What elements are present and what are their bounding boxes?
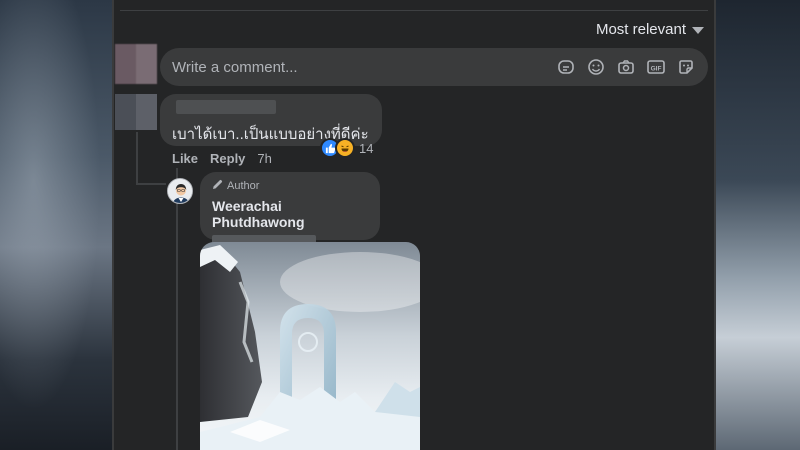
author-name[interactable]: Weerachai Phutdhawong [212,198,368,230]
like-button[interactable]: Like [172,151,198,166]
sticker-icon[interactable] [556,57,576,77]
comment-timestamp[interactable]: 7h [257,151,271,166]
composer-icons: GIF [556,57,696,77]
avatar-sticker-icon[interactable] [676,57,696,77]
reaction-icons [320,138,355,158]
thread-line [136,132,138,184]
pencil-icon [212,179,223,193]
chevron-down-icon [692,27,704,34]
divider [120,10,708,11]
emoji-icon[interactable] [586,57,606,77]
author-reply-bubble: Author Weerachai Phutdhawong [200,172,380,249]
author-badge: Author [212,179,368,193]
reply-button[interactable]: Reply [210,151,245,166]
sort-label: Most relevant [595,21,686,38]
thread-connector [136,183,166,185]
comment-input[interactable] [172,58,552,76]
commenter-avatar[interactable] [115,94,157,130]
camera-icon[interactable] [616,57,636,77]
current-user-avatar[interactable] [115,44,157,84]
comment-composer[interactable]: GIF [160,48,708,86]
reaction-summary[interactable]: 14 [320,138,373,158]
background-right [716,0,800,450]
svg-text:GIF: GIF [651,66,662,73]
commenter-name-redacted [176,100,276,114]
thread-line [176,168,178,450]
haha-reaction-icon [335,138,355,158]
gif-icon[interactable]: GIF [646,57,666,77]
author-avatar[interactable] [167,178,193,204]
sort-dropdown[interactable]: Most relevant [596,21,704,38]
comment-actions: Like Reply 7h [172,151,272,166]
author-badge-label: Author [227,180,260,192]
reply-image[interactable] [200,242,420,450]
reaction-count: 14 [359,140,374,156]
background-left [0,0,112,450]
